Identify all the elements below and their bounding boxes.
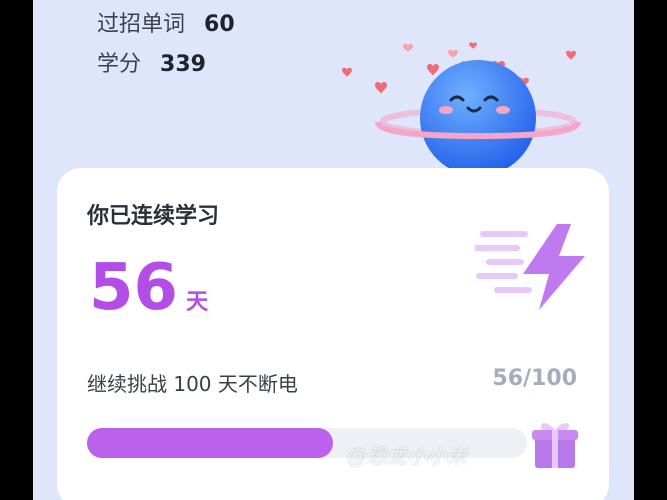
score-value: 339 — [160, 52, 206, 77]
score-label: 学分 — [97, 52, 142, 77]
words-stat: 过招单词 60 — [97, 6, 235, 38]
score-stat: 学分 339 — [97, 46, 206, 78]
streak-unit: 天 — [186, 290, 209, 315]
challenge-text: 继续挑战 100 天不断电 — [87, 372, 298, 396]
words-value: 60 — [204, 12, 235, 37]
streak-count: 56 天 — [89, 248, 208, 328]
words-label: 过招单词 — [97, 12, 186, 37]
app-screen: 过招单词 60 学分 339 你已连续学习 56 天 继续挑战 100 天不断电… — [33, 0, 634, 500]
card-title: 你已连续学习 — [87, 204, 220, 229]
watermark: @恐龙小小米 — [347, 444, 467, 468]
streak-days: 56 — [89, 251, 179, 325]
lightning-bolt-icon — [475, 224, 585, 310]
planet-mascot-icon — [342, 42, 581, 175]
progress-fill — [87, 428, 334, 458]
streak-card: 你已连续学习 56 天 继续挑战 100 天不断电 56/100 @恐龙小小米 — [57, 168, 609, 500]
progress-count: 56/100 — [492, 366, 577, 391]
gift-box-icon[interactable] — [527, 414, 583, 470]
